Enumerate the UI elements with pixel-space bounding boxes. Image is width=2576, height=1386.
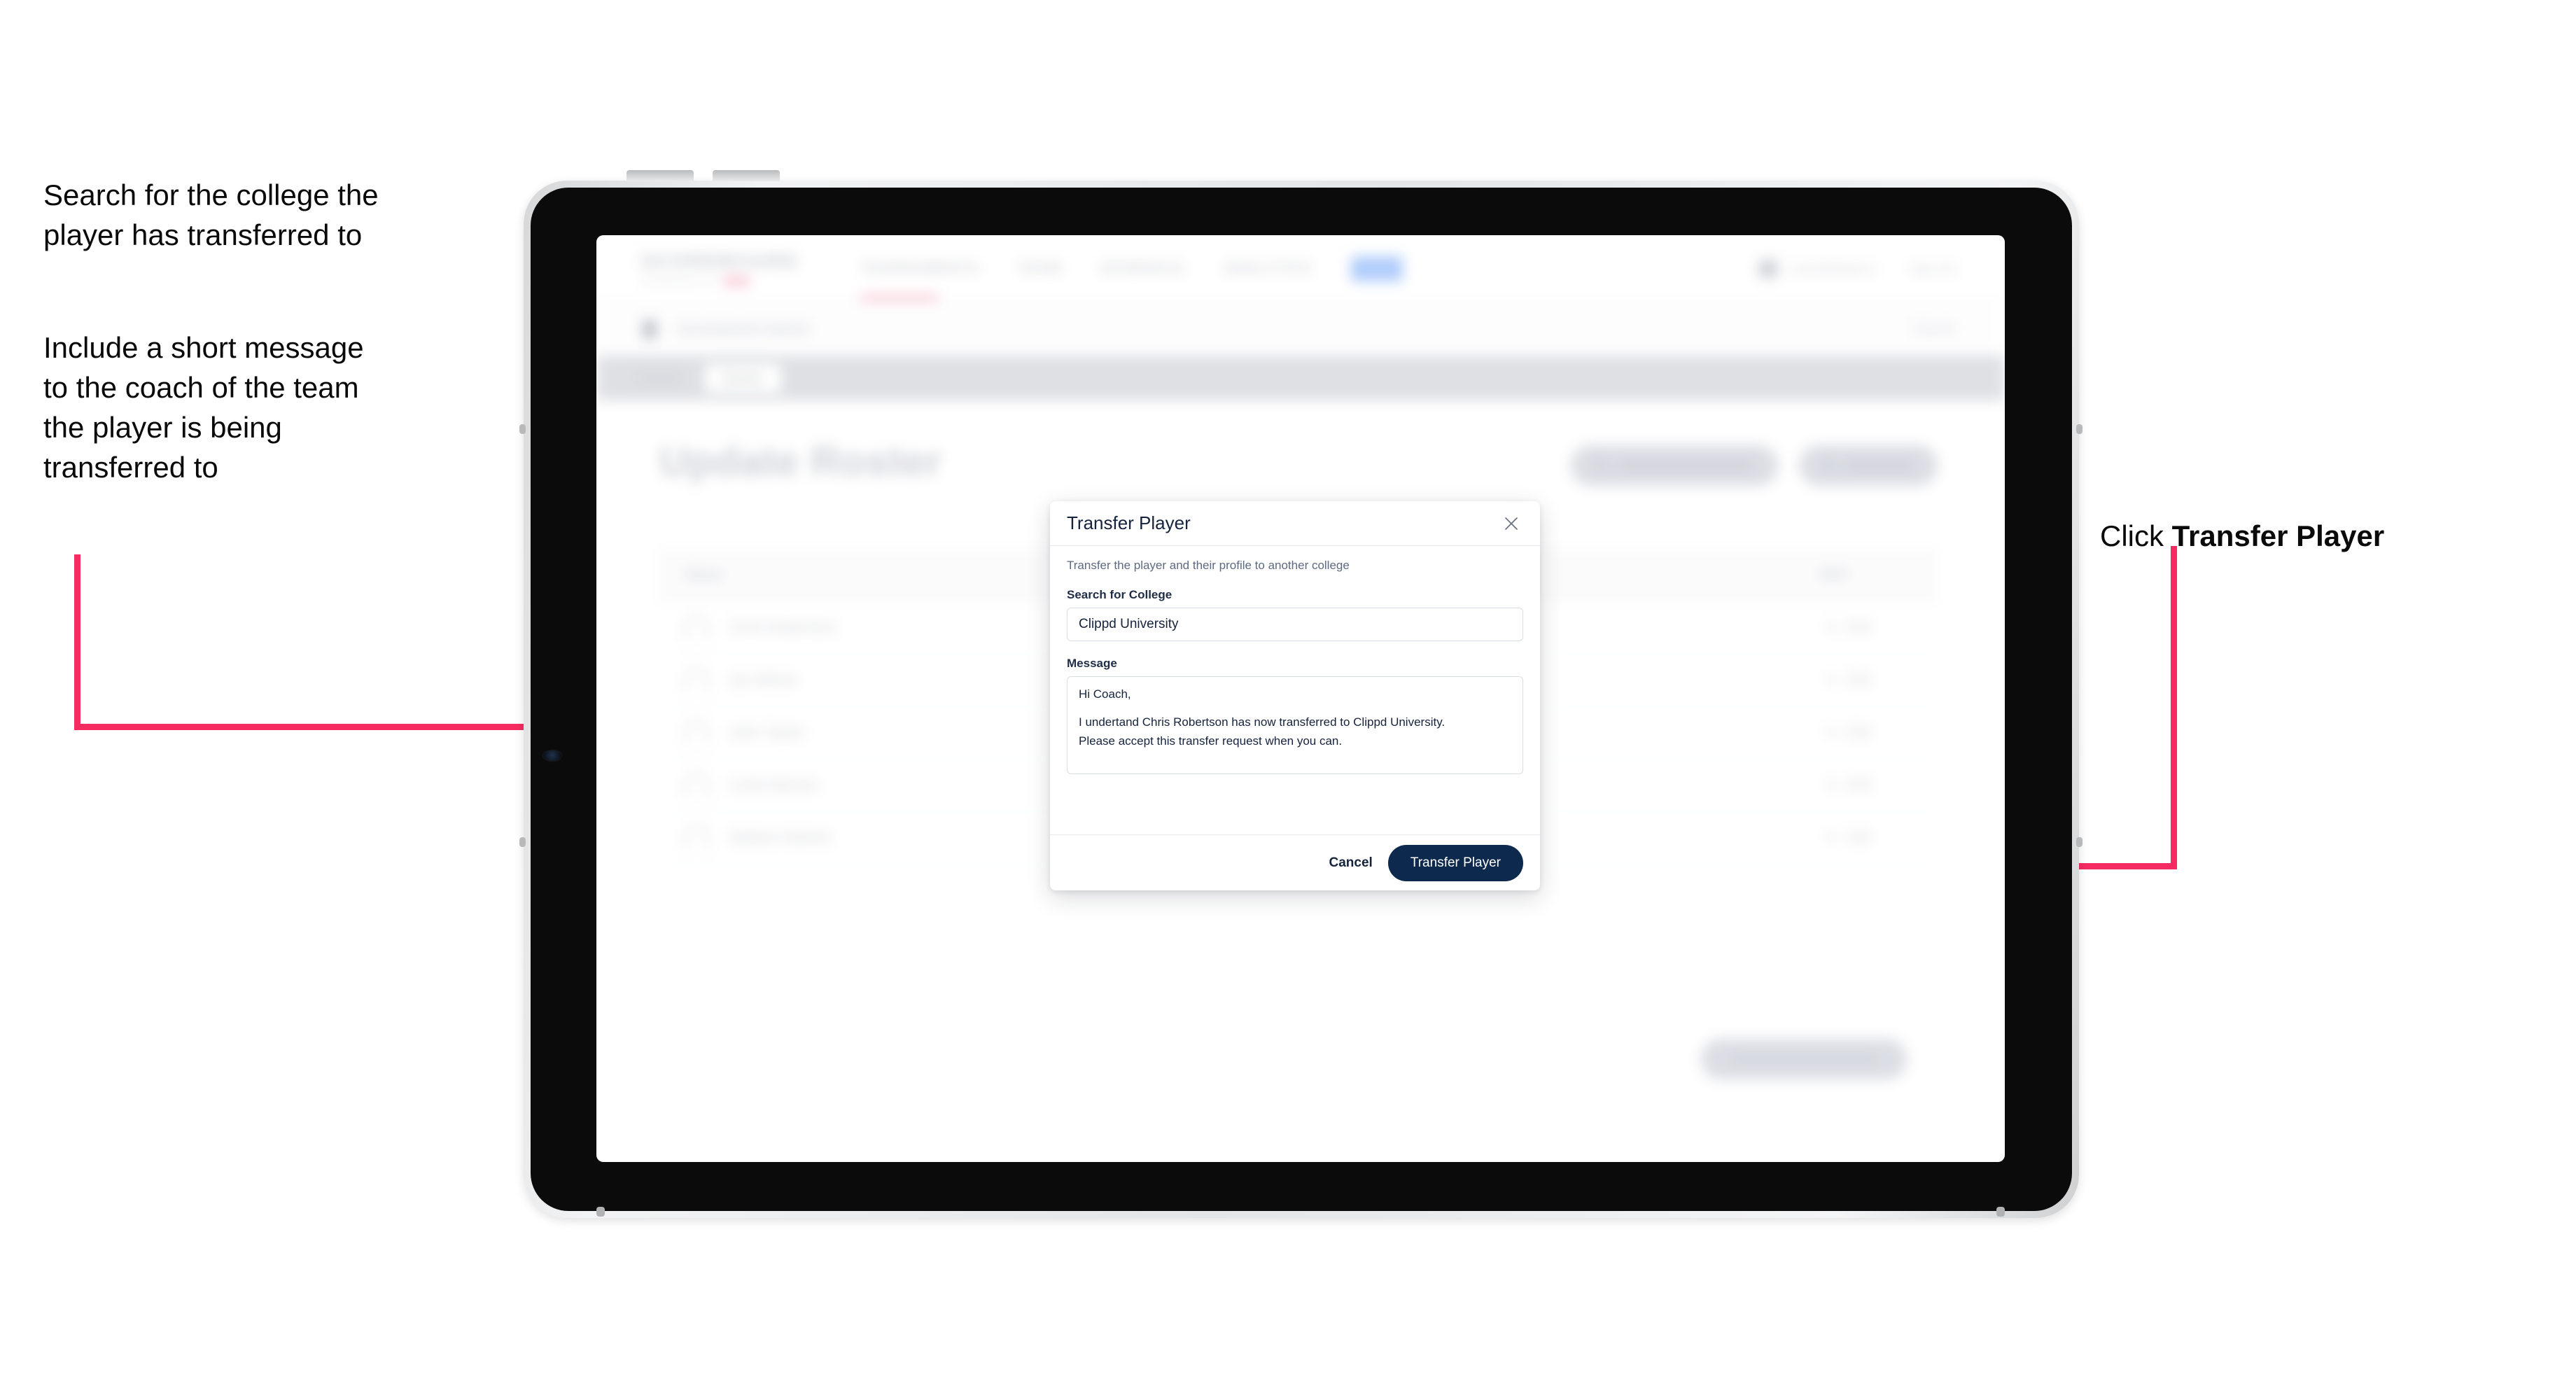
message-line-2: I undertand Chris Robertson has now tran… bbox=[1079, 715, 1446, 729]
device-nub-bottom-right bbox=[1996, 1207, 2005, 1217]
row-edit-action[interactable]: ✎ Edit bbox=[1826, 620, 1870, 637]
search-college-input[interactable]: Clippd University bbox=[1067, 608, 1523, 641]
edit-label: Edit bbox=[1847, 725, 1870, 740]
transfer-player-dialog: Transfer Player Transfer the player and … bbox=[1050, 501, 1540, 890]
player-name: Chris Robertson bbox=[729, 620, 836, 636]
pencil-icon: ✎ bbox=[1826, 830, 1838, 846]
player-name: Ian Wilson bbox=[729, 672, 799, 688]
nav-right-group: coach@clippd.io Sign Out bbox=[1758, 259, 1956, 278]
row-avatar-icon bbox=[685, 616, 708, 640]
add-player-button[interactable] bbox=[1799, 445, 1938, 486]
user-email: coach@clippd.io bbox=[1788, 261, 1876, 275]
row-avatar-icon bbox=[685, 826, 708, 850]
transfer-player-button[interactable]: Transfer Player bbox=[1387, 844, 1523, 881]
save-and-continue-label bbox=[1730, 1054, 1877, 1064]
volume-up-button[interactable] bbox=[626, 170, 694, 181]
nav-item-team[interactable]: TEAM bbox=[1018, 261, 1061, 276]
row-edit-action[interactable]: ✎ Edit bbox=[1826, 777, 1870, 794]
left-arrow-vertical-segment bbox=[74, 554, 80, 729]
nav-item-analytics[interactable]: ANALYTICS bbox=[1224, 261, 1312, 276]
annotation-click-prefix: Click bbox=[2100, 519, 2172, 553]
row-edit-action[interactable]: ✎ Edit bbox=[1826, 672, 1870, 690]
edit-label: Edit bbox=[1847, 673, 1870, 687]
device-nub-left-bottom bbox=[519, 837, 526, 847]
close-icon[interactable] bbox=[1499, 512, 1523, 536]
front-camera-icon bbox=[543, 750, 561, 761]
row-avatar-icon bbox=[685, 774, 708, 797]
message-field-label: Message bbox=[1067, 657, 1117, 670]
nav-active-pill[interactable] bbox=[1350, 255, 1403, 281]
dialog-title: Transfer Player bbox=[1067, 512, 1191, 533]
add-player-label bbox=[1845, 461, 1914, 470]
cancel-button[interactable]: Cancel bbox=[1329, 855, 1373, 871]
column-header-edit: EDIT bbox=[1819, 567, 1849, 582]
page-title: Update Roster bbox=[659, 439, 941, 484]
logo-accent-mark bbox=[723, 276, 750, 286]
device-nub-right-bottom bbox=[2076, 837, 2082, 847]
scoreboard-icon bbox=[643, 319, 657, 339]
row-avatar-icon bbox=[685, 668, 708, 692]
dialog-header: Transfer Player bbox=[1050, 501, 1540, 546]
transfer-icon bbox=[1595, 459, 1607, 472]
sub-header-bar: Scoreboard Admin Cancel bbox=[596, 302, 2005, 356]
pencil-icon: ✎ bbox=[1826, 620, 1838, 636]
volume-down-button[interactable] bbox=[713, 170, 780, 181]
screenshot-root: Search for the college the player has tr… bbox=[0, 0, 2576, 1386]
college-field-label: Search for College bbox=[1067, 588, 1172, 601]
dialog-body: Transfer the player and their profile to… bbox=[1050, 546, 1540, 834]
tab-bar: Details Roster bbox=[596, 356, 2005, 400]
row-edit-action[interactable]: ✎ Edit bbox=[1826, 724, 1870, 742]
annotation-click-bold: Transfer Player bbox=[2171, 519, 2385, 553]
request-roster-transfer-button[interactable] bbox=[1571, 445, 1778, 486]
nav-links: TOURNAMENTS TEAM SCHEDULE ANALYTICS bbox=[860, 255, 1403, 281]
logo-subtext-row: POWERED BY bbox=[641, 276, 799, 286]
message-textarea[interactable]: Hi Coach, I undertand Chris Robertson ha… bbox=[1067, 676, 1523, 774]
device-nub-right-top bbox=[2076, 424, 2082, 434]
nav-item-schedule[interactable]: SCHEDULE bbox=[1100, 261, 1185, 276]
edit-label: Edit bbox=[1847, 830, 1870, 845]
request-roster-transfer-label bbox=[1617, 461, 1754, 470]
annotation-include-message: Include a short message to the coach of … bbox=[43, 331, 364, 484]
message-line-1: Hi Coach, bbox=[1079, 687, 1131, 701]
cancel-link[interactable]: Cancel bbox=[1913, 321, 1954, 337]
player-name: John Taylor bbox=[729, 724, 805, 741]
tab-details[interactable]: Details bbox=[638, 371, 680, 386]
player-name: Lewis Barnes bbox=[729, 777, 818, 793]
save-and-continue-button[interactable] bbox=[1701, 1039, 1907, 1079]
dialog-description: Transfer the player and their profile to… bbox=[1067, 559, 1350, 572]
pencil-icon: ✎ bbox=[1826, 673, 1838, 689]
device-nub-bottom-left bbox=[596, 1207, 605, 1217]
right-arrow-vertical-segment bbox=[2171, 546, 2177, 869]
device-nub-left-top bbox=[519, 424, 526, 434]
pencil-icon: ✎ bbox=[1826, 778, 1838, 794]
logo-subtext: POWERED BY bbox=[641, 276, 718, 286]
plus-icon bbox=[1823, 459, 1835, 472]
column-header-name: Name bbox=[685, 567, 723, 582]
sub-header-title: Scoreboard Admin bbox=[678, 320, 810, 337]
annotation-click-transfer: Click Transfer Player bbox=[2100, 476, 2548, 556]
row-edit-action[interactable]: ✎ Edit bbox=[1826, 830, 1870, 847]
user-menu-signout[interactable]: Sign Out bbox=[1910, 262, 1956, 276]
player-name: Nathan Holmes bbox=[729, 830, 831, 846]
message-line-3: Please accept this transfer request when… bbox=[1079, 734, 1343, 748]
row-avatar-icon bbox=[685, 721, 708, 745]
header-action-buttons bbox=[1571, 445, 1938, 486]
tab-roster[interactable]: Roster bbox=[705, 363, 782, 393]
nav-item-tournaments[interactable]: TOURNAMENTS bbox=[860, 261, 979, 276]
top-navigation-bar: SCOREBOARD POWERED BY TOURNAMENTS TEAM S… bbox=[596, 235, 2005, 302]
pencil-icon: ✎ bbox=[1826, 725, 1838, 741]
avatar[interactable] bbox=[1758, 259, 1777, 278]
annotation-search-college: Search for the college the player has tr… bbox=[43, 178, 379, 252]
dialog-footer: Cancel Transfer Player bbox=[1050, 834, 1540, 890]
edit-label: Edit bbox=[1847, 778, 1870, 792]
edit-label: Edit bbox=[1847, 620, 1870, 635]
app-logo[interactable]: SCOREBOARD POWERED BY bbox=[641, 251, 799, 286]
logo-text: SCOREBOARD bbox=[641, 251, 799, 272]
